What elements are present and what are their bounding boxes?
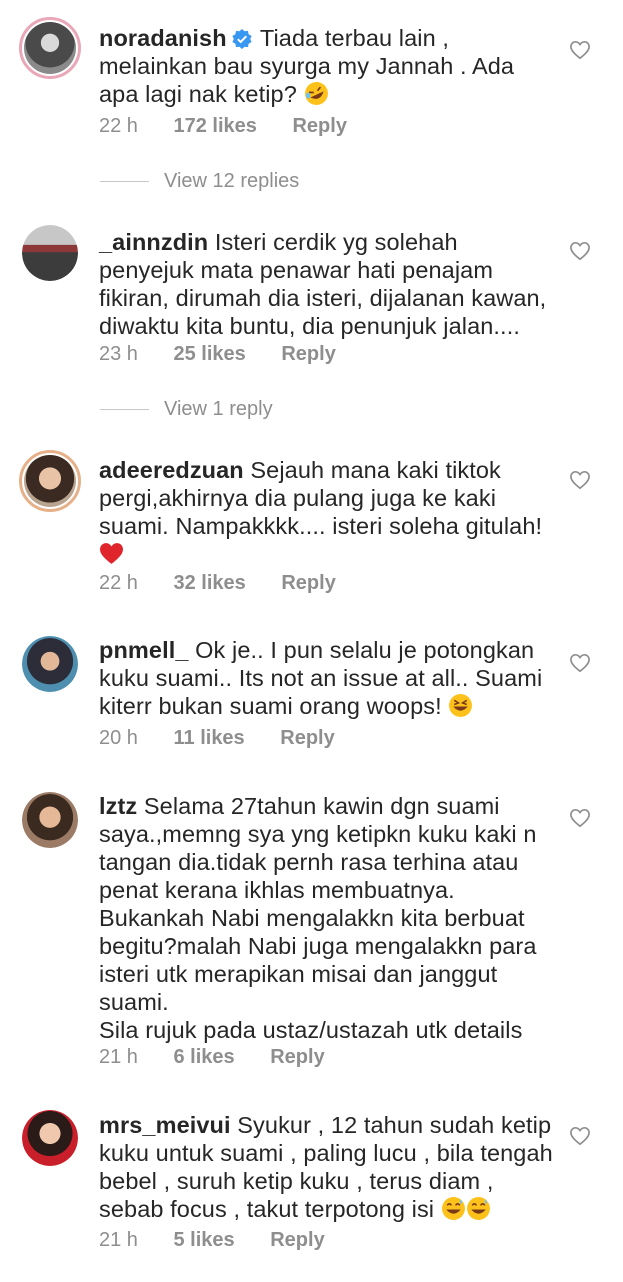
avatar[interactable] (22, 792, 78, 848)
avatar[interactable] (22, 225, 78, 281)
comment-text-line: Bukankah Nabi mengalakkn kita berbuat (99, 905, 525, 931)
username[interactable]: noradanish (99, 25, 227, 51)
likes-count[interactable]: 25 likes (174, 343, 246, 365)
comment-text-line: suami. (99, 989, 169, 1015)
view-replies-link[interactable]: View 1 reply (100, 398, 273, 421)
reply-button[interactable]: Reply (270, 1046, 324, 1068)
comment-body: pnmell_ Ok je.. I pun selalu je potongka… (99, 636, 554, 720)
reply-button[interactable]: Reply (280, 727, 334, 749)
like-heart-icon[interactable] (569, 241, 591, 261)
replies-divider (100, 181, 149, 183)
view-replies-link[interactable]: View 12 replies (100, 170, 299, 193)
comment-meta: 23 h 25 likes Reply (99, 343, 366, 366)
comment-text-line: Selama 27tahun kawin dgn suami (143, 793, 500, 819)
comment-body: lztz Selama 27tahun kawin dgn suami saya… (99, 792, 554, 1044)
comment-time: 21 h (99, 1046, 138, 1068)
view-replies-label: View 12 replies (164, 170, 300, 192)
replies-divider (100, 409, 149, 411)
comment-body: mrs_meivui Syukur , 12 tahun sudah ketip… (99, 1111, 554, 1223)
avatar[interactable] (22, 1110, 78, 1166)
comment-meta: 21 h 5 likes Reply (99, 1229, 355, 1252)
likes-count[interactable]: 11 likes (174, 727, 245, 749)
comment-time: 20 h (99, 727, 138, 749)
verified-badge-icon (232, 29, 252, 49)
username[interactable]: lztz (99, 793, 137, 819)
reply-button[interactable]: Reply (292, 115, 346, 137)
comment-meta: 21 h 6 likes Reply (99, 1046, 355, 1069)
like-heart-icon[interactable] (569, 470, 591, 490)
avatar[interactable] (22, 636, 78, 692)
avatar[interactable] (19, 17, 81, 79)
like-heart-icon[interactable] (569, 1126, 591, 1146)
comment-time: 23 h (99, 343, 138, 365)
comment-text-line: begitu?malah Nabi juga mengalakkn para (99, 933, 537, 959)
username[interactable]: mrs_meivui (99, 1112, 231, 1138)
comment-meta: 22 h 172 likes Reply (99, 115, 377, 138)
sweat-smile-emoji (466, 1197, 490, 1220)
username[interactable]: _ainnzdin (99, 229, 208, 255)
rofl-emoji (304, 82, 328, 105)
comment-time: 22 h (99, 572, 138, 594)
view-replies-label: View 1 reply (164, 398, 273, 420)
comment-body: adeeredzuan Sejauh mana kaki tiktok perg… (99, 456, 554, 568)
comment-meta: 20 h 11 likes Reply (99, 727, 365, 750)
comment-body: _ainnzdin Isteri cerdik yg solehah penye… (99, 228, 554, 340)
sweat-smile-emoji (441, 1197, 465, 1220)
likes-count[interactable]: 32 likes (174, 572, 246, 594)
red-heart-emoji (100, 543, 123, 564)
reply-button[interactable]: Reply (281, 343, 335, 365)
comment-text-line: Sila rujuk pada ustaz/ustazah utk detail… (99, 1017, 523, 1043)
reply-button[interactable]: Reply (281, 572, 335, 594)
comment-meta: 22 h 32 likes Reply (99, 572, 366, 595)
comment-text-line: penat kerana ikhlas membuatnya. (99, 877, 455, 903)
comment-time: 22 h (99, 115, 138, 137)
laughing-emoji (449, 694, 473, 717)
like-heart-icon[interactable] (569, 40, 591, 60)
likes-count[interactable]: 5 likes (174, 1229, 235, 1251)
reply-button[interactable]: Reply (270, 1229, 324, 1251)
likes-count[interactable]: 6 likes (174, 1046, 235, 1068)
likes-count[interactable]: 172 likes (174, 115, 257, 137)
like-heart-icon[interactable] (569, 808, 591, 828)
username[interactable]: pnmell_ (99, 637, 189, 663)
comment-body: noradanish Tiada terbau lain , melainkan… (99, 24, 554, 108)
avatar[interactable] (19, 450, 81, 512)
comment-text-line: isteri utk merapikan misai dan janggut (99, 961, 498, 987)
comment-text-line: tangan dia.tidak pernh rasa terhina atau (99, 849, 519, 875)
comment-text-line: saya.,memng sya yng ketipkn kuku kaki n (99, 821, 537, 847)
username[interactable]: adeeredzuan (99, 457, 244, 483)
comment-time: 21 h (99, 1229, 138, 1251)
like-heart-icon[interactable] (569, 653, 591, 673)
